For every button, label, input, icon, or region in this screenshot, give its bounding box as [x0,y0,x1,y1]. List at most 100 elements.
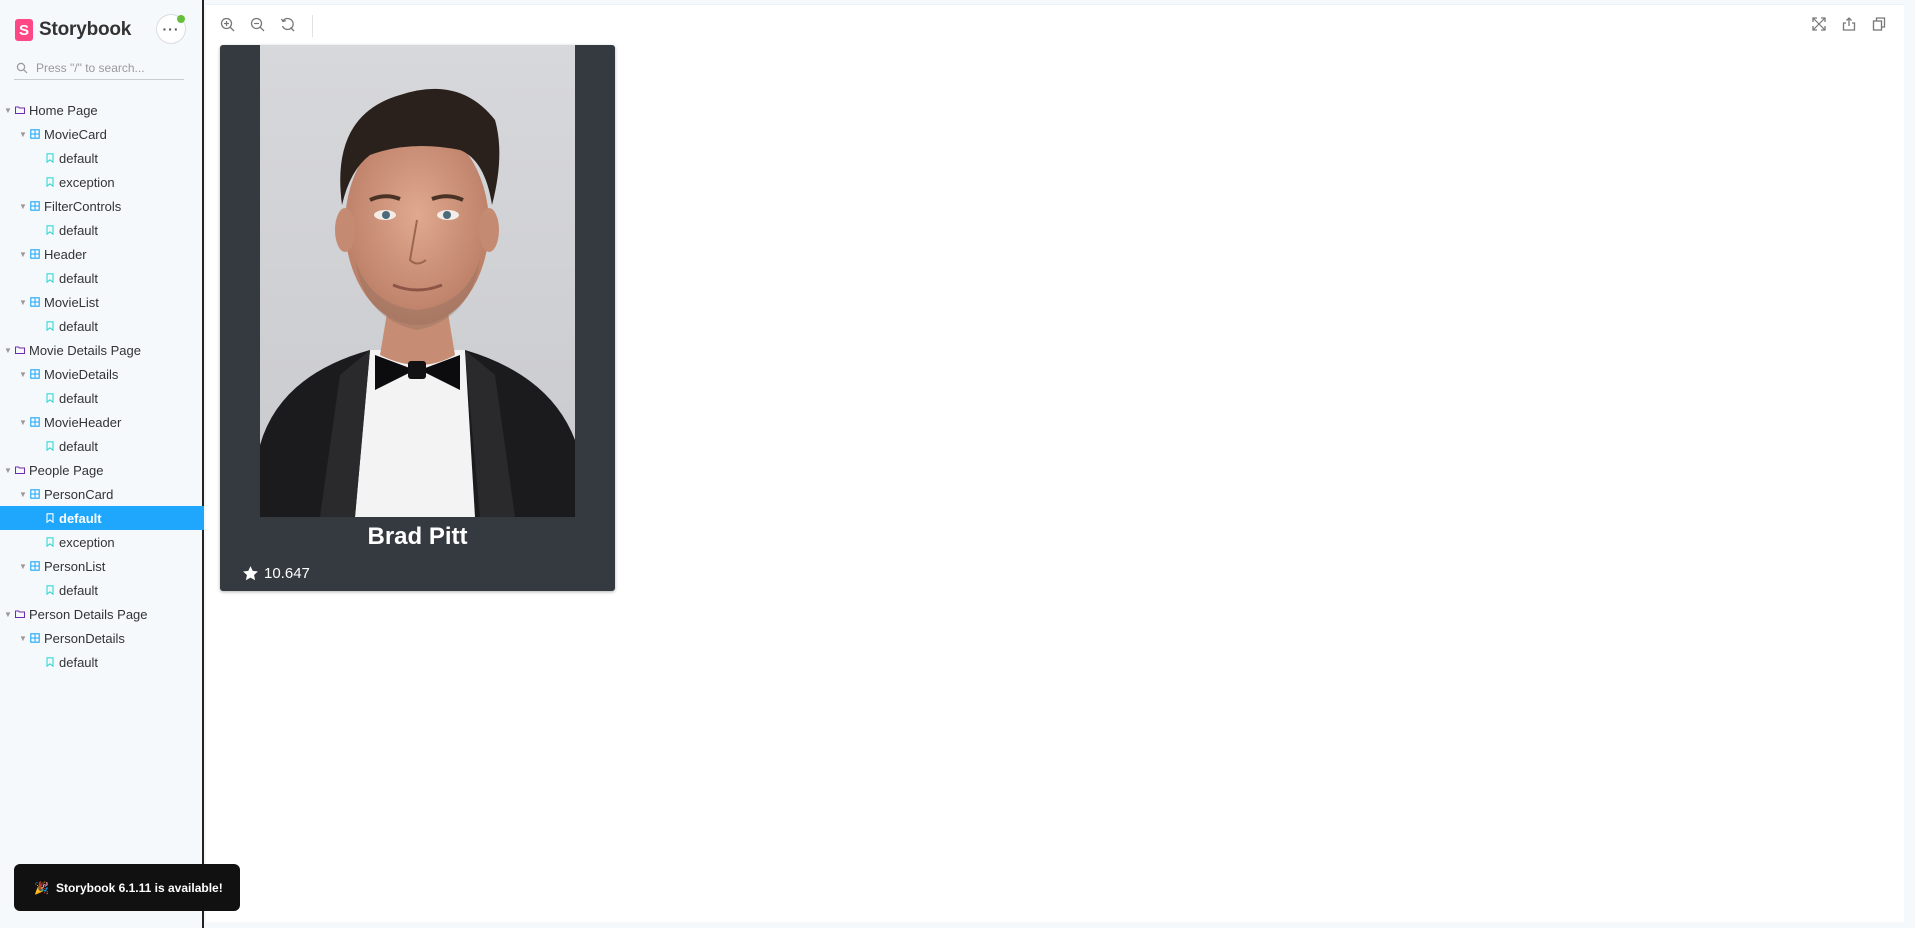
tree-item-component[interactable]: ▼ FilterControls [0,194,204,218]
chevron-down-icon[interactable]: ▼ [4,466,12,475]
folder-icon [15,346,25,354]
tree-item-label: default [59,270,99,286]
tree-item-folder[interactable]: ▼ People Page [0,458,204,482]
bookmark-icon [46,441,54,451]
component-icon [30,633,40,643]
tree-item-story[interactable]: default [0,314,204,338]
preview-canvas: Brad Pitt 10.647 [206,45,1904,922]
tree-item-component[interactable]: ▼ PersonList [0,554,204,578]
tree-item-label: exception [59,174,115,190]
storybook-logo-icon: S [15,19,33,41]
component-icon [30,201,40,211]
tree-item-label: exception [59,534,115,550]
tree-item-label: default [59,222,99,238]
search-icon [16,62,28,74]
folder-icon [15,106,25,114]
chevron-down-icon[interactable]: ▼ [19,202,27,211]
tree-item-story[interactable]: default [0,218,204,242]
chevron-down-icon[interactable]: ▼ [19,634,27,643]
notification-text: Storybook 6.1.11 is available! [55,880,223,895]
tree-item-story[interactable]: default [0,506,204,530]
tree-item-story[interactable]: default [0,650,204,674]
tree-item-label: Person Details Page [29,606,148,622]
component-icon [30,249,40,259]
bookmark-icon [46,537,54,547]
tree-item-story[interactable]: exception [0,530,204,554]
tree-item-label: Movie Details Page [29,342,141,358]
menu-button[interactable]: ··· [157,15,185,43]
component-icon [30,297,40,307]
toolbar [206,4,1904,46]
brand[interactable]: S Storybook [15,17,131,43]
tree-item-folder[interactable]: ▼ Movie Details Page [0,338,204,362]
bookmark-icon [46,225,54,235]
fullscreen-icon[interactable] [1810,15,1828,33]
update-indicator-dot [177,15,185,23]
chevron-down-icon[interactable]: ▼ [19,370,27,379]
zoom-in-icon[interactable] [218,15,236,33]
tree-item-label: PersonCard [44,486,114,502]
bookmark-icon [46,177,54,187]
tree-item-label: People Page [29,462,104,478]
popularity: 10.647 [242,565,310,582]
tree-item-component[interactable]: ▼ PersonDetails [0,626,204,650]
chevron-down-icon[interactable]: ▼ [4,610,12,619]
tree-item-folder[interactable]: ▼ Person Details Page [0,602,204,626]
toolbar-separator [312,15,313,37]
folder-icon [15,466,25,474]
copy-link-icon[interactable] [1870,15,1888,33]
tree-item-label: Header [44,246,87,262]
tree-item-label: default [59,510,102,526]
tree-item-label: default [59,390,99,406]
tree-item-story[interactable]: default [0,266,204,290]
chevron-down-icon[interactable]: ▼ [19,490,27,499]
tree-item-label: MovieCard [44,126,107,142]
person-name: Brad Pitt [367,523,468,550]
tree-item-label: default [59,582,99,598]
component-icon [30,417,40,427]
tree-item-label: MovieHeader [44,414,122,430]
popularity-value: 10.647 [264,565,310,582]
tree-item-label: PersonDetails [44,630,125,646]
bookmark-icon [46,585,54,595]
component-icon [30,489,40,499]
chevron-down-icon[interactable]: ▼ [4,106,12,115]
tree-item-component[interactable]: ▼ MovieDetails [0,362,204,386]
share-icon[interactable] [1840,15,1858,33]
chevron-down-icon[interactable]: ▼ [19,418,27,427]
tree-item-component[interactable]: ▼ MovieHeader [0,410,204,434]
chevron-down-icon[interactable]: ▼ [19,562,27,571]
tree-item-story[interactable]: default [0,578,204,602]
component-icon [30,129,40,139]
chevron-down-icon[interactable]: ▼ [19,130,27,139]
star-icon [243,566,258,581]
tree-item-component[interactable]: ▼ PersonCard [0,482,204,506]
sidebar: S Storybook ··· ▼ Home Page ▼ MovieCard defa… [0,0,204,928]
tree-item-component[interactable]: ▼ MovieList [0,290,204,314]
component-icon [30,561,40,571]
tree-item-folder[interactable]: ▼ Home Page [0,98,204,122]
update-notification[interactable]: 🎉 Storybook 6.1.11 is available! [14,864,240,911]
tree-item-label: default [59,654,99,670]
zoom-reset-icon[interactable] [278,15,296,33]
tree-item-label: Home Page [29,102,98,118]
person-card[interactable]: Brad Pitt 10.647 [220,45,615,591]
tree-item-label: FilterControls [44,198,122,214]
story-tree: ▼ Home Page ▼ MovieCard default exception ▼ Fil… [0,98,204,674]
tree-item-component[interactable]: ▼ Header [0,242,204,266]
zoom-out-icon[interactable] [248,15,266,33]
more-icon: ··· [162,21,180,37]
tree-item-story[interactable]: default [0,434,204,458]
tree-item-component[interactable]: ▼ MovieCard [0,122,204,146]
tree-item-story[interactable]: default [0,146,204,170]
tree-item-label: PersonList [44,558,106,574]
bookmark-icon [46,321,54,331]
chevron-down-icon[interactable]: ▼ [19,250,27,259]
person-photo [260,45,575,517]
tree-item-label: MovieList [44,294,99,310]
tree-item-story[interactable]: exception [0,170,204,194]
tree-item-story[interactable]: default [0,386,204,410]
chevron-down-icon[interactable]: ▼ [19,298,27,307]
search-input[interactable] [36,61,176,75]
chevron-down-icon[interactable]: ▼ [4,346,12,355]
